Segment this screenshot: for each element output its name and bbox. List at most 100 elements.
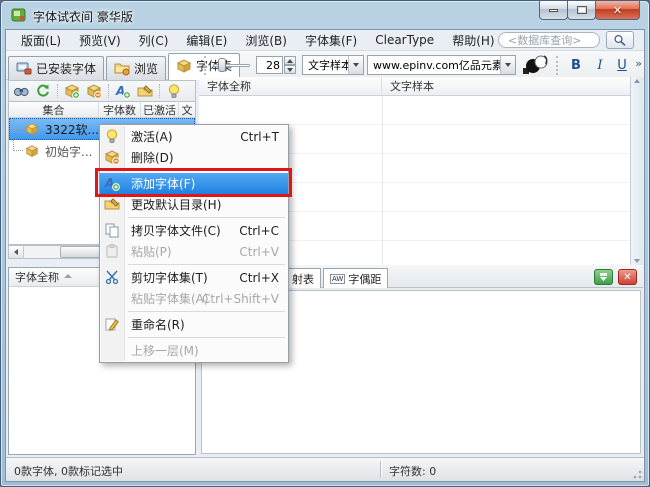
menu-item-shortcut: Ctrl+Shift+V <box>202 291 279 306</box>
menu-item-shortcut: Ctrl+V <box>239 244 279 259</box>
menu-item-paste-fontset: 粘贴字体集(A) Ctrl+Shift+V <box>100 288 288 309</box>
down-arrow-icon <box>287 67 293 72</box>
menu-item-label: 更改默认目录(H) <box>131 198 222 212</box>
chevron-down-icon <box>353 63 359 67</box>
close-button[interactable]: ✕ <box>595 1 640 20</box>
column-separator <box>382 96 383 265</box>
column-header-fontcount[interactable]: 字体数 <box>99 102 141 117</box>
menu-columns[interactable]: 列(C) <box>130 30 178 51</box>
menu-item-add-font[interactable]: A 添加字体(F) <box>100 173 288 194</box>
down-arrow-icon <box>634 259 640 263</box>
tab-kerning[interactable]: AW 字偶距 <box>323 268 389 288</box>
refresh-icon[interactable] <box>35 83 51 99</box>
minimize-icon <box>549 8 558 12</box>
activate-bulb-icon[interactable] <box>166 83 182 99</box>
up-arrow-icon <box>287 58 293 63</box>
menu-browse[interactable]: 浏览(B) <box>236 30 296 51</box>
sort-ascending-icon <box>64 274 72 278</box>
toolbar-overflow-button[interactable]: » <box>635 57 642 70</box>
sample-text-combo[interactable]: www.epinv.com亿品元素 <box>367 55 516 75</box>
menu-item-delete[interactable]: 删除(D) <box>100 147 288 168</box>
font-size-down-button[interactable] <box>284 65 296 74</box>
underline-button[interactable]: U <box>612 55 632 75</box>
panel-close-button[interactable]: ✕ <box>618 269 637 285</box>
app-icon <box>11 7 27 23</box>
menu-item-activate[interactable]: 激活(A) Ctrl+T <box>100 126 288 147</box>
font-size-slider-thumb[interactable] <box>218 58 226 72</box>
font-size-value[interactable]: 28 <box>256 56 283 74</box>
menu-item-change-dir[interactable]: 更改默认目录(H) <box>100 194 288 215</box>
menu-bar: 版面(L) 预览(V) 列(C) 编辑(E) 浏览(B) 字体集(F) Clea… <box>6 30 644 51</box>
column-header-sample[interactable]: 文字样本 <box>382 77 643 95</box>
scroll-left-button[interactable] <box>9 246 24 258</box>
font-size-up-button[interactable] <box>284 56 296 65</box>
menu-item-copy-font-file[interactable]: 拷贝字体文件(C) Ctrl+C <box>100 220 288 241</box>
maximize-button[interactable] <box>567 1 596 20</box>
minimize-button[interactable] <box>539 1 568 20</box>
tab-charmap[interactable]: 射表 <box>285 268 321 288</box>
status-fonts-text: 0款字体, 0款标记选中 <box>14 465 123 478</box>
menu-edit[interactable]: 编辑(E) <box>177 30 236 51</box>
rename-pencil-icon <box>105 318 119 331</box>
menu-item-label: 粘贴字体集(A) <box>131 292 209 306</box>
combo-dropdown-button[interactable] <box>500 56 515 74</box>
fontset-package-icon <box>25 145 39 157</box>
bold-button[interactable]: B <box>566 55 586 75</box>
tab-installed-fonts[interactable]: 已安装字体 <box>8 56 105 80</box>
status-chars-text: 字符数: 0 <box>389 465 437 478</box>
close-icon: ✕ <box>623 271 632 283</box>
add-font-icon: A <box>104 176 120 191</box>
sample-style-value: 文字样本 <box>308 59 348 72</box>
delete-set-icon[interactable] <box>86 83 102 99</box>
menu-layout[interactable]: 版面(L) <box>12 30 70 51</box>
client-area: 版面(L) 预览(V) 列(C) 编辑(E) 浏览(B) 字体集(F) Clea… <box>5 29 645 482</box>
fontset-package-icon <box>176 58 192 73</box>
add-font-icon[interactable]: A <box>115 83 131 99</box>
tab-installed-fonts-label: 已安装字体 <box>36 61 97 76</box>
column-header-truncated[interactable]: 文 <box>179 102 195 117</box>
column-header-fullname[interactable]: 字体全称 <box>199 77 382 95</box>
title-bar: 字体试衣间 豪华版 ✕ <box>1 1 649 29</box>
change-dir-icon[interactable] <box>137 83 153 99</box>
browse-folder-icon <box>114 63 130 76</box>
new-set-icon[interactable] <box>64 83 80 99</box>
menu-preview[interactable]: 预览(V) <box>70 30 130 51</box>
up-arrow-icon <box>634 79 640 83</box>
separator <box>57 84 58 98</box>
menu-item-shortcut: Ctrl+X <box>239 270 279 285</box>
sample-style-combo[interactable]: 文字样本 <box>302 55 364 75</box>
italic-button[interactable]: I <box>590 55 610 75</box>
combo-dropdown-button[interactable] <box>348 56 363 74</box>
panel-export-button[interactable] <box>594 269 613 285</box>
fontset-name: 初始字... <box>45 144 93 159</box>
separator <box>108 84 109 98</box>
separator <box>159 84 160 98</box>
menu-item-shortcut: Ctrl+C <box>239 223 279 238</box>
search-binoculars-icon[interactable] <box>13 83 29 99</box>
menu-item-paste: 粘贴(P) Ctrl+V <box>100 241 288 262</box>
menu-item-label: 重命名(R) <box>131 318 185 332</box>
chevron-down-icon <box>505 63 511 67</box>
column-header-collection[interactable]: 集合 <box>9 102 99 117</box>
resize-grip[interactable] <box>630 467 642 479</box>
fontset-package-icon <box>25 123 39 135</box>
database-search-input[interactable] <box>498 32 600 48</box>
database-search-button[interactable] <box>606 31 634 49</box>
tab-browse[interactable]: 浏览 <box>106 56 167 80</box>
toolbar: 已安装字体 浏览 字体集 28 文字样本 <box>6 51 644 80</box>
tree-connector <box>13 140 23 151</box>
menu-fontset[interactable]: 字体集(F) <box>296 30 366 51</box>
menu-item-cut-fontset[interactable]: 剪切字体集(T) Ctrl+X <box>100 267 288 288</box>
column-header-activated[interactable]: 已激活 <box>141 102 179 117</box>
delete-set-icon <box>104 150 120 165</box>
left-arrow-icon <box>14 249 18 255</box>
main-vertical-scrollbar[interactable] <box>630 77 643 265</box>
export-down-icon <box>600 273 607 281</box>
toolbar-grip <box>556 56 559 75</box>
menu-item-label: 添加字体(F) <box>131 177 196 191</box>
menu-item-label: 粘贴(P) <box>131 245 172 259</box>
menu-item-label: 上移一层(M) <box>131 344 199 358</box>
menu-cleartype[interactable]: ClearType <box>366 31 443 49</box>
menu-item-rename[interactable]: 重命名(R) <box>100 314 288 335</box>
menu-help[interactable]: 帮助(H) <box>443 30 503 51</box>
